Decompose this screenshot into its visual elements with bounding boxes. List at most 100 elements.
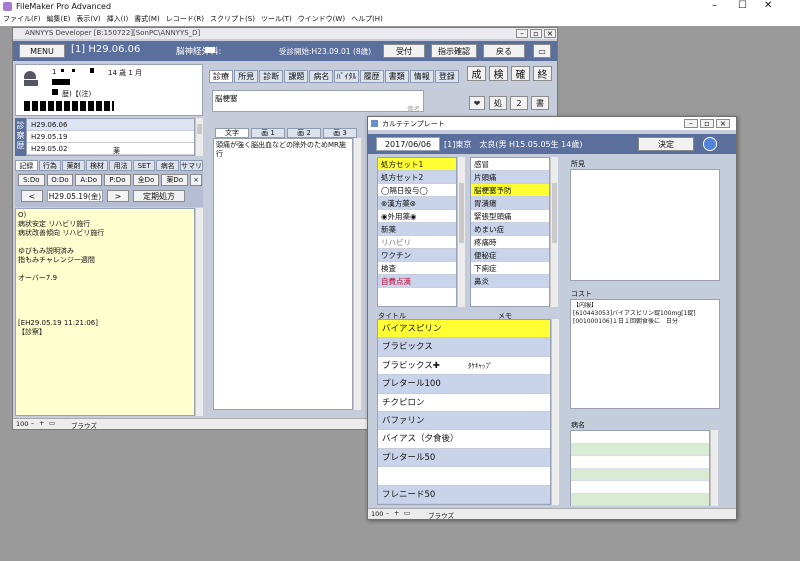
menu-item[interactable]: 挿入(I) xyxy=(107,14,129,26)
menu-item[interactable]: ヘルプ(H) xyxy=(351,14,383,26)
record-tab[interactable]: 病名 xyxy=(156,160,180,171)
back-button[interactable]: 戻る xyxy=(483,44,525,58)
set-list-item[interactable]: 自費点滴 xyxy=(378,275,456,288)
history-item[interactable]: H29.06.06 xyxy=(27,119,194,131)
template-item[interactable]: プレタール100 xyxy=(378,375,550,394)
template-item[interactable]: チクピロン xyxy=(378,393,550,412)
template-item[interactable]: フレニード50 xyxy=(378,485,550,504)
disease-template-item[interactable]: 胃潰瘍 xyxy=(471,197,549,210)
set-list-item[interactable]: リハビリ xyxy=(378,236,456,249)
record-tab[interactable]: サマリ xyxy=(180,160,204,171)
do-button[interactable]: × xyxy=(190,174,203,186)
window-icon[interactable]: ▭ xyxy=(533,44,551,58)
do-button[interactable]: 全Do xyxy=(132,174,160,186)
main-tab[interactable]: 書類 xyxy=(384,70,409,83)
disease-template-item[interactable]: めまい症 xyxy=(471,223,549,236)
shortcut-button[interactable]: 処 xyxy=(489,96,507,110)
text-tab[interactable]: 画 2 xyxy=(287,128,321,138)
disease-row[interactable] xyxy=(571,481,709,494)
text-tab[interactable]: 画 1 xyxy=(251,128,285,138)
findings-field[interactable] xyxy=(570,169,720,281)
disease-template-item[interactable]: 便秘症 xyxy=(471,249,549,262)
main-tab[interactable]: 所見 xyxy=(234,70,259,83)
confirm-button[interactable]: 指示確認 xyxy=(431,44,477,58)
menu-item[interactable]: ウインドウ(W) xyxy=(298,14,345,26)
template-item[interactable]: バイアスピリン xyxy=(378,320,550,339)
zoom-in-icon[interactable]: + xyxy=(39,419,44,427)
record-scrollbar[interactable] xyxy=(195,208,203,416)
main-tab[interactable]: 情報 xyxy=(409,70,434,83)
disease-row[interactable] xyxy=(571,493,709,506)
action-button[interactable]: 成 xyxy=(467,66,486,81)
set-list-item[interactable]: ワクチン xyxy=(378,249,456,262)
history-item[interactable]: H29.05.19 xyxy=(27,131,194,143)
action-button[interactable]: 検 xyxy=(489,66,508,81)
main-tab[interactable]: 課題 xyxy=(284,70,309,83)
set-list-scrollbar[interactable] xyxy=(457,157,465,307)
template-date[interactable]: 2017/06/06 xyxy=(376,137,440,151)
template-zoom-out-icon[interactable]: – xyxy=(386,509,389,517)
set-list-item[interactable]: 処方セット1 xyxy=(378,158,456,171)
heart-icon[interactable]: ❤ xyxy=(469,96,485,110)
cost-field[interactable]: 【内服】 [610443053]バイアスピリン錠100mg[1錠] [0010001… xyxy=(570,299,720,409)
main-tab[interactable]: 履歴 xyxy=(359,70,384,83)
prev-date-button[interactable]: < xyxy=(21,190,43,202)
sub-close-icon[interactable]: × xyxy=(544,29,556,38)
main-tab[interactable]: 病名 xyxy=(309,70,334,83)
history-scrollbar[interactable] xyxy=(195,118,203,156)
template-item[interactable]: ブラビックス✚ ﾀｹｷｬｯﾌﾟ xyxy=(378,356,550,376)
disease-scrollbar[interactable] xyxy=(710,430,718,506)
disease-template-item[interactable]: 片頭痛 xyxy=(471,171,549,184)
disease-template-item[interactable]: 下痢症 xyxy=(471,262,549,275)
record-tab[interactable]: 用法 xyxy=(109,160,132,171)
template-item[interactable]: バイアス（夕食後） xyxy=(378,430,550,449)
record-tab[interactable]: 記録 xyxy=(15,160,38,171)
main-tab[interactable]: 診療 xyxy=(209,70,234,83)
do-button[interactable]: A:Do xyxy=(75,174,103,186)
do-button[interactable]: 薬Do xyxy=(161,174,189,186)
text-tab[interactable]: 文字 xyxy=(215,128,249,138)
disease-template-item[interactable]: 鼻炎 xyxy=(471,275,549,288)
disease-list-scrollbar[interactable] xyxy=(550,157,558,307)
do-button[interactable]: S:Do xyxy=(18,174,45,186)
template-item[interactable]: バファリン xyxy=(378,411,550,431)
set-list-item[interactable]: 新薬 xyxy=(378,223,456,236)
menu-item[interactable]: スクリプト(S) xyxy=(210,14,255,26)
fixed-prescription-button[interactable]: 定期処方 xyxy=(133,190,185,202)
disease-row[interactable] xyxy=(571,468,709,481)
menu-item[interactable]: ツール(T) xyxy=(261,14,292,26)
shortcut-button[interactable]: 2 xyxy=(510,96,528,110)
maximize-icon[interactable]: ☐ xyxy=(738,0,747,11)
menu-item[interactable]: ファイル(F) xyxy=(3,14,41,26)
layout-icon[interactable]: ▭ xyxy=(49,419,55,427)
main-tab[interactable]: 登録 xyxy=(434,70,459,83)
zoom-level[interactable]: 100 xyxy=(16,420,28,428)
text-tab[interactable]: 画 3 xyxy=(323,128,357,138)
disease-field[interactable] xyxy=(570,430,710,506)
help-icon[interactable] xyxy=(703,137,717,151)
disease-template-item[interactable]: 疼痛時 xyxy=(471,236,549,249)
decide-button[interactable]: 決定 xyxy=(638,137,694,151)
template-minimize-icon[interactable]: – xyxy=(684,119,698,128)
set-list-item[interactable]: 処方セット2 xyxy=(378,171,456,184)
sub-minimize-icon[interactable]: – xyxy=(516,29,528,38)
disease-row[interactable] xyxy=(571,443,709,456)
history-item[interactable]: H29.05.02 xyxy=(27,143,194,155)
template-close-icon[interactable]: × xyxy=(716,119,730,128)
menu-button[interactable]: MENU xyxy=(19,44,65,58)
menu-item[interactable]: レコード(R) xyxy=(166,14,204,26)
template-item[interactable]: プレタール50 xyxy=(378,448,550,468)
memo-field[interactable]: 脳梗塞 備考 xyxy=(212,90,424,113)
zoom-out-icon[interactable]: – xyxy=(31,419,34,427)
do-button[interactable]: O:Do xyxy=(46,174,74,186)
template-item[interactable]: ブラビックス xyxy=(378,338,550,357)
mode-label[interactable]: ブラウズ xyxy=(71,420,97,430)
disease-template-item[interactable]: 緊張型頭痛 xyxy=(471,210,549,223)
record-text[interactable]: O) 病状安定 リハビリ施行 病状改善傾向 リハビリ施行 ゆびもみ説明済み 指もみチャレ… xyxy=(15,208,195,416)
record-tab[interactable]: SET xyxy=(132,160,156,171)
record-date[interactable]: H29.05.19(金) xyxy=(47,190,103,202)
action-button[interactable]: 確 xyxy=(511,66,530,81)
minimize-icon[interactable]: – xyxy=(712,0,717,11)
record-tab[interactable]: 検材 xyxy=(85,160,109,171)
sub-maximize-icon[interactable]: ▫ xyxy=(530,29,542,38)
